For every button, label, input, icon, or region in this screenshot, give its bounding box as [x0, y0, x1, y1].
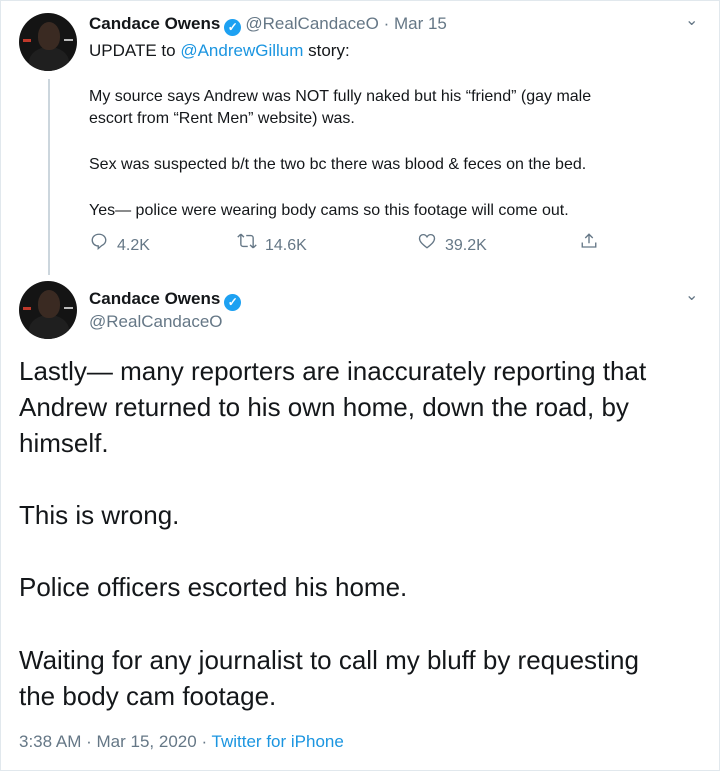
reply-count: 4.2K	[117, 237, 150, 254]
tweet-header: Candace Owens ✓ @RealCandaceO · Mar 15	[89, 13, 447, 36]
tweet-body-line: Police officers escorted his home.	[19, 572, 408, 602]
author-name[interactable]: Candace Owens	[89, 14, 220, 33]
author-handle[interactable]: @RealCandaceO	[89, 311, 223, 333]
intro-suffix: story:	[303, 41, 350, 60]
tweet-time[interactable]: 3:38 AM	[19, 732, 81, 751]
tweet-body-line: the body cam footage.	[19, 681, 277, 711]
tweet-thread: Candace Owens ✓ @RealCandaceO · Mar 15 ⌄ U…	[0, 0, 720, 771]
tweet-body-line: Waiting for any journalist to call my bl…	[19, 645, 639, 675]
separator: ·	[86, 732, 92, 751]
reply-icon	[89, 232, 109, 256]
chevron-down-icon[interactable]: ⌄	[685, 13, 698, 29]
tweet-body-line: Andrew returned to his own home, down th…	[19, 392, 629, 422]
intro-prefix: UPDATE to	[89, 41, 181, 60]
author-handle[interactable]: @RealCandaceO	[245, 14, 379, 33]
thread-connector	[48, 79, 50, 275]
tweet-meta: 3:38 AM · Mar 15, 2020 · Twitter for iPh…	[19, 731, 344, 753]
tweet-date[interactable]: Mar 15	[394, 14, 447, 33]
like-count: 39.2K	[445, 237, 487, 254]
tweet-actions: 4.2K 14.6K 39.2K	[89, 232, 609, 256]
tweet-body-line: This is wrong.	[19, 500, 180, 530]
like-button[interactable]: 39.2K	[417, 232, 487, 256]
separator: ·	[383, 14, 390, 33]
author-name[interactable]: Candace Owens	[89, 289, 220, 308]
share-icon	[579, 232, 599, 256]
retweet-icon	[237, 232, 257, 256]
quote-line: Yes— police were wearing body cams so th…	[89, 202, 569, 219]
author-name-row: Candace Owens ✓	[89, 288, 245, 311]
tweet-source-link[interactable]: Twitter for iPhone	[212, 732, 344, 751]
like-icon	[417, 232, 437, 256]
retweet-count: 14.6K	[265, 237, 307, 254]
retweet-button[interactable]: 14.6K	[237, 232, 307, 256]
share-button[interactable]	[579, 232, 607, 256]
separator: ·	[201, 732, 208, 751]
chevron-down-icon[interactable]: ⌄	[685, 288, 698, 304]
avatar[interactable]	[19, 281, 77, 339]
tweet-body-line: Lastly— many reporters are inaccurately …	[19, 356, 647, 386]
quote-line: My source says Andrew was NOT fully nake…	[89, 88, 592, 105]
quote-line: Sex was suspected b/t the two bc there w…	[89, 156, 587, 173]
quote-line: escort from “Rent Men” website) was.	[89, 110, 355, 127]
tweet-intro: UPDATE to @AndrewGillum story:	[89, 40, 350, 62]
tweet-body-line: himself.	[19, 428, 109, 458]
verified-badge-icon: ✓	[224, 19, 242, 36]
reply-button[interactable]: 4.2K	[89, 232, 150, 256]
mention-link[interactable]: @AndrewGillum	[180, 41, 303, 60]
tweet-full-date[interactable]: Mar 15, 2020	[97, 732, 197, 751]
verified-badge-icon: ✓	[224, 294, 242, 311]
avatar[interactable]	[19, 13, 77, 71]
